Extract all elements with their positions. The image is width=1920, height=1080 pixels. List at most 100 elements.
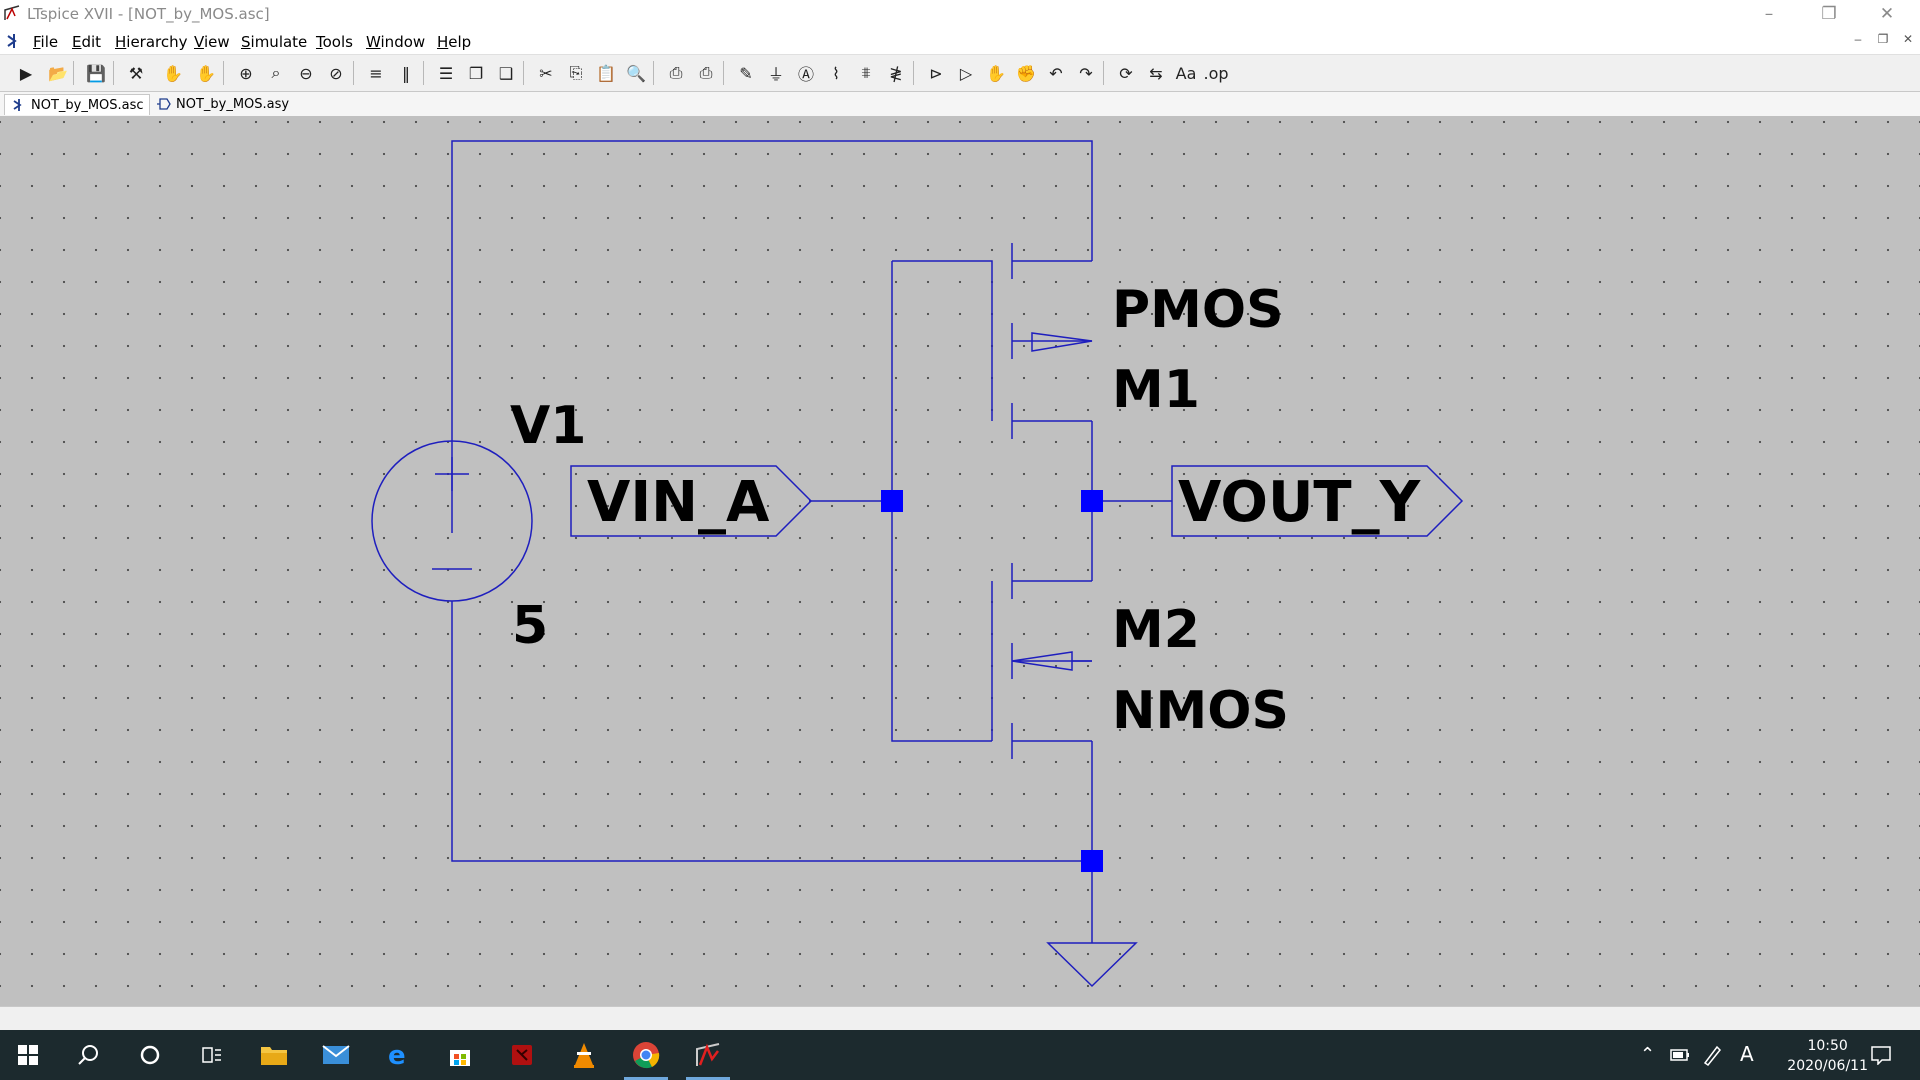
zoom-fit-button[interactable]: ⊘ (323, 61, 349, 85)
menu-file[interactable]: File (33, 33, 58, 51)
text-icon: Aa (1175, 63, 1197, 83)
close-button[interactable]: ✕ (1864, 0, 1910, 28)
wire-button[interactable]: ✎ (733, 61, 759, 85)
move-icon: ✋ (986, 63, 1006, 83)
label-net-button[interactable]: Ⓐ (793, 61, 819, 85)
clock[interactable]: 10:50 2020/06/11 (1787, 1036, 1868, 1076)
capacitor-icon: ⩨ (861, 63, 871, 82)
pmos-transistor-m1[interactable] (1011, 243, 1093, 439)
document-menu-icon[interactable] (5, 32, 23, 50)
menu-tools[interactable]: Tools (316, 33, 353, 51)
component-button[interactable]: ▷ (953, 61, 979, 85)
open-icon: 📂 (48, 63, 68, 83)
taskbar-file-explorer[interactable] (246, 1030, 302, 1080)
tile-vertical-button[interactable]: ‖ (393, 61, 419, 85)
find-button[interactable]: 🔍 (623, 61, 649, 85)
menu-window[interactable]: Window (366, 33, 425, 51)
menu-simulate[interactable]: Simulate (241, 33, 307, 51)
spice-directive-button[interactable]: .op (1203, 61, 1229, 85)
inductor-button[interactable]: ≹ (883, 61, 909, 85)
copy-button[interactable]: ⎘ (563, 61, 589, 85)
cascade-button[interactable]: ❑ (493, 61, 519, 85)
pen-icon[interactable] (1702, 1044, 1722, 1066)
tab-not-by-mos-asc[interactable]: NOT_by_MOS.asc (4, 94, 150, 115)
mdi-minimize-button[interactable]: – (1849, 32, 1867, 46)
status-bar (0, 1006, 1920, 1031)
ground-icon[interactable] (1046, 942, 1138, 988)
menu-edit[interactable]: Edit (72, 33, 101, 51)
halt-button[interactable]: ✋ (160, 61, 186, 85)
cut-button[interactable]: ✂ (533, 61, 559, 85)
taskbar-store[interactable] (432, 1030, 488, 1080)
redo-button[interactable]: ↷ (1073, 61, 1099, 85)
net-label-vin-a-text: VIN_A (587, 470, 770, 535)
ime-indicator[interactable]: A (1740, 1042, 1754, 1066)
ground-button[interactable]: ⏚ (763, 61, 789, 85)
chrome-icon (633, 1042, 660, 1069)
taskbar-mail[interactable] (308, 1030, 364, 1080)
net-label-vin-a[interactable]: VIN_A (570, 465, 813, 537)
print-setup-button[interactable]: ⎙ (693, 61, 719, 85)
ltspice-icon (696, 1043, 720, 1066)
resistor-button[interactable]: ⌇ (823, 61, 849, 85)
ground-icon: ⏚ (767, 65, 784, 84)
toolbar-separator (223, 61, 224, 85)
mdi-restore-button[interactable]: ❐ (1874, 32, 1892, 46)
cortana-button[interactable] (122, 1030, 178, 1080)
tile-horizontal-button[interactable]: ≡ (363, 61, 389, 85)
toolbar-separator (723, 61, 724, 85)
menu-view[interactable]: View (194, 33, 230, 51)
text-button[interactable]: Aa (1173, 61, 1199, 85)
toolbar: ▶ 📂 💾 ⚒ ✋ ✋ ⊕ ⌕ ⊖ ⊘ ≡ ‖ ☰ ❐ ❑ ✂ ⎘ 📋 🔍 ⎙ ⎙ ✎ ⏚ Ⓐ ⌇ ⩨ ≹ ⊳ ▷ ✋ ✊ ↶ ↷ ⟳ ⇆ Aa .op (0, 55, 1920, 92)
undo-button[interactable]: ↶ (1043, 61, 1069, 85)
nmos-transistor-m2[interactable] (1011, 563, 1092, 759)
pan-button[interactable]: ✋ (193, 61, 219, 85)
tray-overflow-icon[interactable]: ⌃ (1640, 1044, 1655, 1065)
title-bar: LTspice XVII - [NOT_by_MOS.asc] – ❐ ✕ (0, 0, 1920, 28)
menu-help[interactable]: Help (437, 33, 471, 51)
taskbar-ltspice[interactable] (680, 1030, 736, 1080)
toolbar-separator (73, 61, 74, 85)
redo-icon: ↷ (1079, 63, 1093, 83)
ltspice-app-icon (4, 5, 20, 20)
capacitor-button[interactable]: ⩨ (853, 61, 879, 85)
taskbar-edge[interactable]: e (370, 1030, 426, 1080)
mail-icon (322, 1045, 350, 1064)
mdi-close-button[interactable]: ✕ (1899, 32, 1917, 46)
minimize-button[interactable]: – (1746, 0, 1792, 28)
resistor-icon: ⌇ (832, 63, 840, 83)
task-view-button[interactable] (184, 1030, 240, 1080)
battery-icon[interactable] (1670, 1048, 1690, 1062)
print-button[interactable]: ⎙ (663, 61, 689, 85)
net-label-vout-y[interactable]: VOUT_Y (1171, 465, 1464, 537)
start-button[interactable] (0, 1030, 56, 1080)
zoom-area-button[interactable]: ⌕ (263, 61, 289, 85)
rotate-button[interactable]: ⟳ (1113, 61, 1139, 85)
run-button[interactable]: ▶ (13, 61, 39, 85)
zoom-out-button[interactable]: ⊖ (293, 61, 319, 85)
window-stack-button[interactable]: ❐ (463, 61, 489, 85)
notifications-icon[interactable] (1870, 1045, 1892, 1065)
cortana-icon (140, 1045, 160, 1065)
taskbar-vlc[interactable] (556, 1030, 612, 1080)
schematic-button[interactable]: ☰ (433, 61, 459, 85)
diode-button[interactable]: ⊳ (923, 61, 949, 85)
taskbar-app-red[interactable] (494, 1030, 550, 1080)
search-button[interactable] (60, 1030, 116, 1080)
save-button[interactable]: 💾 (83, 61, 109, 85)
tile-vertical-icon: ‖ (402, 63, 410, 83)
drag-button[interactable]: ✊ (1013, 61, 1039, 85)
paste-button[interactable]: 📋 (593, 61, 619, 85)
zoom-in-button[interactable]: ⊕ (233, 61, 259, 85)
nmos-name-label: M2 (1112, 600, 1200, 660)
restore-button[interactable]: ❐ (1806, 0, 1852, 28)
open-button[interactable]: 📂 (45, 61, 71, 85)
mirror-button[interactable]: ⇆ (1143, 61, 1169, 85)
control-panel-button[interactable]: ⚒ (123, 61, 149, 85)
move-button[interactable]: ✋ (983, 61, 1009, 85)
taskbar-chrome[interactable] (618, 1030, 674, 1080)
schematic-canvas[interactable]: VIN_A VOUT_Y V1 5 PMOS M1 M2 NMOS (0, 117, 1920, 1006)
edge-browser-icon: e (388, 1042, 406, 1068)
tab-not-by-mos-asy[interactable]: NOT_by_MOS.asy (152, 94, 292, 114)
menu-hierarchy[interactable]: Hierarchy (115, 33, 188, 51)
